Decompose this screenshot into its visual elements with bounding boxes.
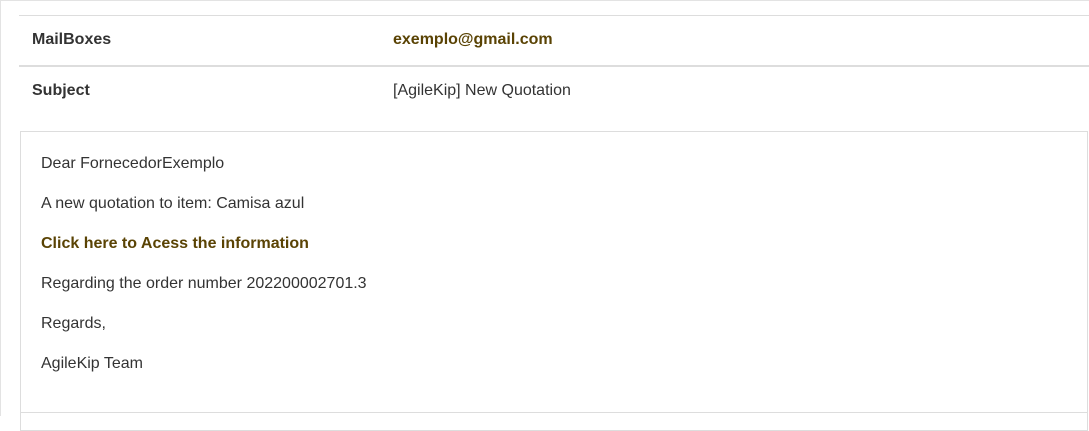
- mailboxes-label: MailBoxes: [32, 31, 112, 48]
- subject-value: [AgileKip] New Quotation: [393, 82, 571, 99]
- mailboxes-row: MailBoxes exemplo@gmail.com: [19, 15, 1089, 65]
- email-quotation-line: A new quotation to item: Camisa azul: [41, 195, 305, 212]
- email-signature: AgileKip Team: [41, 355, 143, 372]
- subject-label: Subject: [32, 82, 90, 99]
- email-greeting: Dear FornecedorExemplo: [41, 155, 225, 172]
- email-header-table: MailBoxes exemplo@gmail.com Subject [Agi…: [19, 15, 1089, 115]
- email-regards: Regards,: [41, 315, 106, 332]
- subject-row: Subject [AgileKip] New Quotation: [19, 65, 1089, 115]
- email-order-line: Regarding the order number 202200002701.…: [41, 275, 367, 292]
- email-body: Dear FornecedorExemplo A new quotation t…: [20, 131, 1088, 431]
- access-information-link[interactable]: Click here to Acess the information: [41, 234, 309, 254]
- mailboxes-value: exemplo@gmail.com: [393, 31, 553, 48]
- email-preview-panel: MailBoxes exemplo@gmail.com Subject [Agi…: [0, 0, 1089, 431]
- divider: [21, 412, 1087, 413]
